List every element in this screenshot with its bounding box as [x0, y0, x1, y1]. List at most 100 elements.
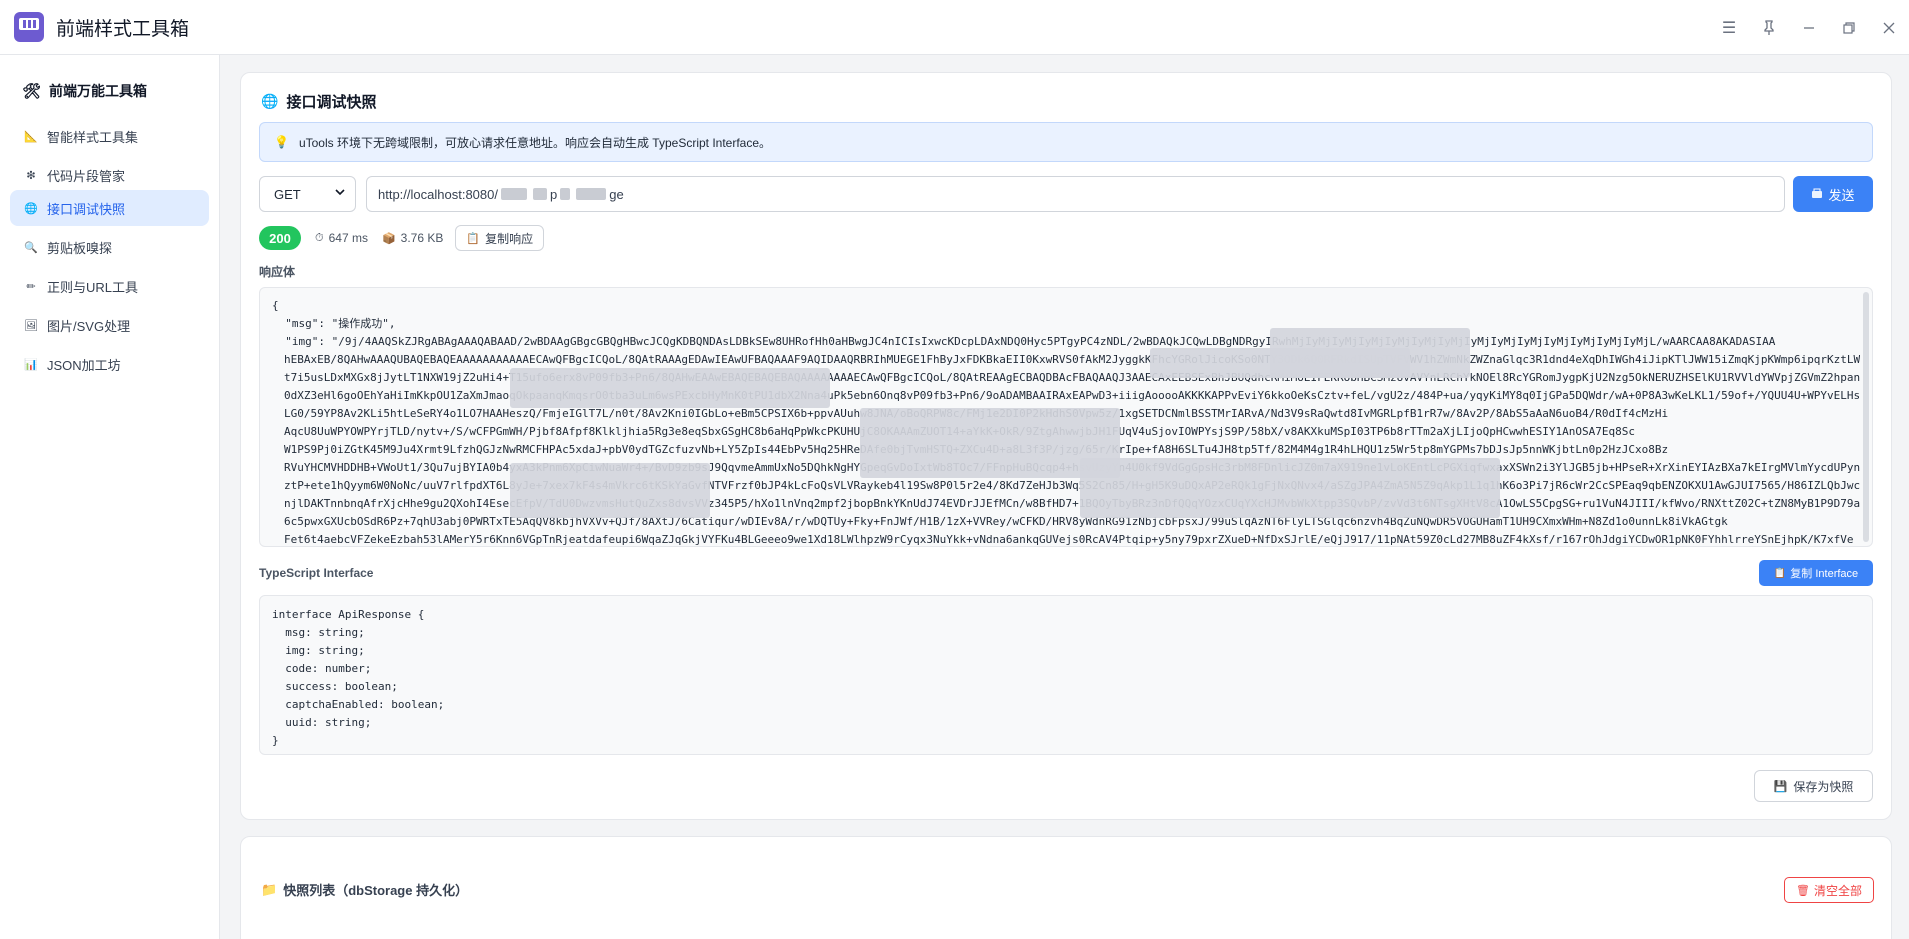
send-button[interactable]: 发送: [1793, 176, 1873, 212]
restore-icon[interactable]: [1829, 0, 1869, 55]
save-snapshot-label: 保存为快照: [1793, 779, 1854, 794]
sidebar-item-label: 智能样式工具集: [47, 129, 139, 145]
pen-icon: ✏: [26, 280, 36, 293]
url-prefix: http://localhost:8080/: [378, 186, 498, 202]
clipboard-icon: 📋: [466, 232, 481, 245]
code-line: hEBAxEB/8QAHwAAAQUBAQEBAQEAAAAAAAAAAAECA…: [284, 353, 1860, 366]
package-icon: 📦: [381, 232, 396, 245]
floppy-disk-icon: 💾: [1773, 780, 1788, 793]
ruler-icon: 📐: [24, 130, 38, 143]
url-mid: p: [549, 186, 558, 202]
copy-response-label: 复制响应: [485, 231, 534, 246]
redaction-overlay: [510, 463, 710, 518]
redaction-overlay: [1080, 458, 1500, 518]
scrollbar[interactable]: [1863, 292, 1869, 542]
sidebar-item-label: 接口调试快照: [47, 201, 126, 217]
code-line: interface ApiResponse {: [272, 608, 425, 621]
duration-meta: ⏱ 647 ms: [315, 231, 368, 245]
magnifier-icon: 🔍: [24, 241, 38, 254]
redacted-text: [500, 188, 527, 200]
sidebar-item-label: JSON加工坊: [47, 357, 121, 373]
code-line: }: [272, 734, 279, 747]
sidebar-item-regex-url[interactable]: ✏ 正则与URL工具: [10, 268, 209, 304]
code-line: success: boolean;: [272, 680, 398, 693]
code-line: captchaEnabled: boolean;: [272, 698, 445, 711]
sidebar-item-label: 代码片段管家: [47, 168, 126, 184]
trash-icon: 🗑: [1796, 884, 1810, 897]
image-icon: 🖼: [24, 319, 38, 332]
tools-icon: 🛠: [22, 83, 42, 100]
clear-all-label: 清空全部: [1813, 883, 1862, 898]
clipboard-icon: 📋: [1773, 567, 1787, 579]
app-title: 前端样式工具箱: [56, 18, 190, 40]
sidebar-item-clipboard[interactable]: 🔍 剪贴板嗅探: [10, 229, 209, 265]
duration-value: 647 ms: [328, 231, 368, 245]
sidebar-item-json[interactable]: 📊 JSON加工坊: [10, 346, 209, 382]
folder-icon: 📁: [261, 881, 278, 897]
size-value: 3.76 KB: [400, 231, 444, 245]
sidebar: 🛠 前端万能工具箱 📐 智能样式工具集 ❇ 代码片段管家 🌐 接口调试快照 🔍 …: [0, 55, 220, 939]
copy-response-button[interactable]: 📋 复制响应: [455, 225, 545, 251]
method-select[interactable]: GET: [259, 176, 356, 212]
sidebar-item-image-svg[interactable]: 🖼 图片/SVG处理: [10, 307, 209, 343]
send-icon: [1811, 187, 1823, 202]
send-button-label: 发送: [1828, 187, 1855, 203]
ts-label: TypeScript Interface: [259, 566, 374, 580]
title-bar: 前端样式工具箱 ☰: [0, 0, 1909, 55]
sidebar-item-snippets[interactable]: ❇ 代码片段管家: [10, 157, 209, 193]
app-logo-icon: [14, 12, 44, 42]
url-suffix: ge: [609, 186, 624, 202]
response-meta: 200 ⏱ 647 ms 📦 3.76 KB 📋 复制响应: [259, 225, 545, 251]
redacted-text: [560, 188, 571, 200]
copy-interface-button[interactable]: 📋 复制 Interface: [1759, 560, 1873, 586]
sidebar-brand: 🛠 前端万能工具箱: [22, 75, 147, 107]
response-label: 响应体: [259, 265, 296, 279]
clear-all-button[interactable]: 🗑 清空全部: [1784, 877, 1874, 903]
chevron-down-icon: [335, 187, 345, 200]
sidebar-item-label: 正则与URL工具: [47, 279, 139, 295]
typescript-interface[interactable]: interface ApiResponse { msg: string; img…: [259, 595, 1873, 755]
pin-icon[interactable]: [1749, 0, 1789, 55]
sparkle-icon: ❇: [26, 169, 36, 182]
close-icon[interactable]: [1869, 0, 1909, 55]
globe-icon: 🌐: [261, 93, 279, 109]
redaction-overlay: [1150, 348, 1410, 378]
info-alert-text: uTools 环境下无跨域限制，可放心请求任意地址。响应会自动生成 TypeSc…: [298, 135, 772, 150]
status-badge: 200: [259, 226, 301, 250]
code-line: msg: string;: [272, 626, 365, 639]
sidebar-brand-label: 前端万能工具箱: [49, 83, 148, 99]
sidebar-item-label: 图片/SVG处理: [47, 318, 131, 334]
snapshot-list-title-label: 快照列表（dbStorage 持久化）: [283, 883, 469, 898]
code-line: "msg": "操作成功",: [272, 317, 396, 330]
code-line: Fet6t4aebcVFZekeEzbah53lAMerY5r6Knn6VGpT…: [284, 533, 1854, 546]
save-snapshot-button[interactable]: 💾 保存为快照: [1754, 770, 1873, 802]
info-alert: 💡 uTools 环境下无跨域限制，可放心请求任意地址。响应会自动生成 Type…: [259, 122, 1873, 162]
redaction-overlay: [510, 368, 830, 408]
api-debug-card: 🌐 接口调试快照 💡 uTools 环境下无跨域限制，可放心请求任意地址。响应会…: [240, 72, 1892, 820]
lightbulb-icon: 💡: [274, 135, 289, 149]
size-meta: 📦 3.76 KB: [382, 231, 443, 245]
redacted-text: [532, 188, 547, 200]
code-line: code: number;: [272, 662, 372, 675]
code-line: img: string;: [272, 644, 365, 657]
response-body[interactable]: { "msg": "操作成功", "img": "/9j/4AAQSkZJRgA…: [259, 287, 1873, 547]
bar-chart-icon: 📊: [24, 358, 38, 371]
window-controls: ☰: [1709, 0, 1909, 55]
url-input[interactable]: http://localhost:8080/ p ge: [366, 176, 1785, 212]
sidebar-item-style-tools[interactable]: 📐 智能样式工具集: [10, 118, 209, 154]
page-title-label: 接口调试快照: [286, 94, 377, 111]
stopwatch-icon: ⏱: [315, 231, 324, 244]
sidebar-item-label: 剪贴板嗅探: [47, 240, 113, 256]
code-line: {: [272, 299, 279, 312]
snapshot-list-title: 📁 快照列表（dbStorage 持久化）: [261, 880, 468, 899]
code-line: uuid: string;: [272, 716, 372, 729]
copy-interface-label: 复制 Interface: [1790, 568, 1859, 580]
method-value: GET: [274, 186, 301, 202]
globe-icon: 🌐: [24, 202, 38, 215]
menu-icon[interactable]: ☰: [1709, 0, 1749, 55]
sidebar-item-api-snapshot[interactable]: 🌐 接口调试快照: [10, 190, 209, 226]
page-title: 🌐 接口调试快照: [261, 91, 376, 112]
redacted-text: [576, 188, 607, 200]
minimize-icon[interactable]: [1789, 0, 1829, 55]
code-line: "img": "/9j/4AAQSkZJRgABAgAAAQABAAD/2wBD…: [272, 335, 1776, 348]
